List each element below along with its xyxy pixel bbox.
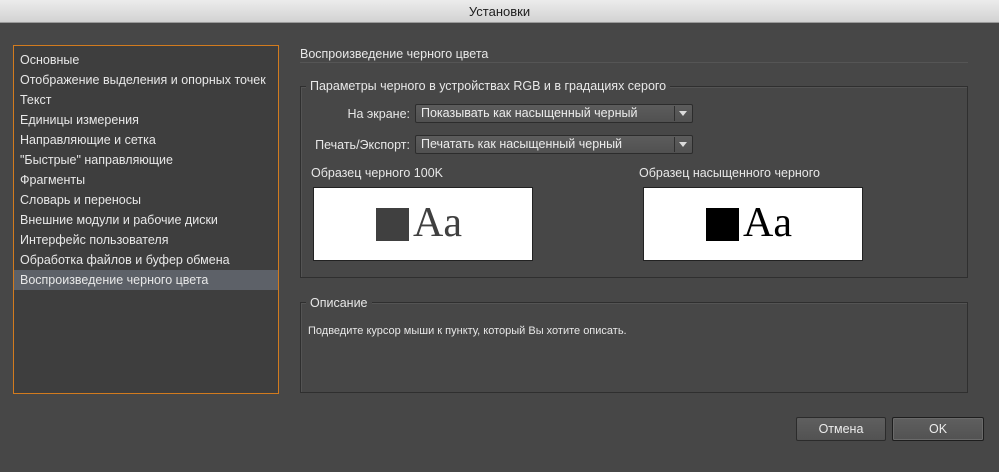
section-divider: [300, 62, 968, 63]
description-legend: Описание: [306, 296, 372, 310]
sidebar-item-file-handling-clipboard[interactable]: Обработка файлов и буфер обмена: [14, 250, 278, 270]
sidebar-item-plugins-scratch-disks[interactable]: Внешние модули и рабочие диски: [14, 210, 278, 230]
black-options-legend: Параметры черного в устройствах RGB и в …: [306, 79, 671, 93]
sample-rich-preview: Aa: [643, 187, 863, 261]
sidebar-item-slices[interactable]: Фрагменты: [14, 170, 278, 190]
sample-100k-label: Образец черного 100K: [311, 166, 443, 180]
sample-100k-swatch: [376, 208, 409, 241]
description-text: Подведите курсор мыши к пункту, который …: [308, 325, 627, 337]
window-title: Установки: [0, 0, 999, 23]
preferences-sidebar: Основные Отображение выделения и опорных…: [13, 45, 279, 394]
print-export-value: Печатать как насыщенный черный: [421, 137, 623, 151]
sidebar-item-smart-guides[interactable]: "Быстрые" направляющие: [14, 150, 278, 170]
ok-button[interactable]: OK: [892, 417, 984, 441]
sidebar-item-units[interactable]: Единицы измерения: [14, 110, 278, 130]
sample-100k-text: Aa: [413, 200, 462, 246]
sidebar-item-guides-grid[interactable]: Направляющие и сетка: [14, 130, 278, 150]
print-export-label: Печать/Экспорт:: [315, 138, 410, 152]
on-screen-value: Показывать как насыщенный черный: [421, 106, 638, 120]
description-group: [300, 302, 968, 393]
cancel-button[interactable]: Отмена: [796, 417, 886, 441]
on-screen-select[interactable]: Показывать как насыщенный черный: [415, 104, 693, 123]
sample-100k-preview: Aa: [313, 187, 533, 261]
on-screen-label: На экране:: [347, 107, 410, 121]
dropdown-separator: [674, 137, 675, 152]
sidebar-item-type[interactable]: Текст: [14, 90, 278, 110]
sidebar-item-general[interactable]: Основные: [14, 50, 278, 70]
sidebar-item-selection-anchor-display[interactable]: Отображение выделения и опорных точек: [14, 70, 278, 90]
sidebar-item-black-appearance[interactable]: Воспроизведение черного цвета: [14, 270, 278, 290]
chevron-down-icon: [679, 142, 687, 147]
sample-rich-text: Aa: [743, 200, 792, 246]
print-export-select[interactable]: Печатать как насыщенный черный: [415, 135, 693, 154]
sidebar-item-hyphenation[interactable]: Словарь и переносы: [14, 190, 278, 210]
sidebar-item-user-interface[interactable]: Интерфейс пользователя: [14, 230, 278, 250]
section-title: Воспроизведение черного цвета: [300, 47, 489, 61]
sample-rich-swatch: [706, 208, 739, 241]
sample-rich-label: Образец насыщенного черного: [639, 166, 820, 180]
dropdown-separator: [674, 106, 675, 121]
chevron-down-icon: [679, 111, 687, 116]
